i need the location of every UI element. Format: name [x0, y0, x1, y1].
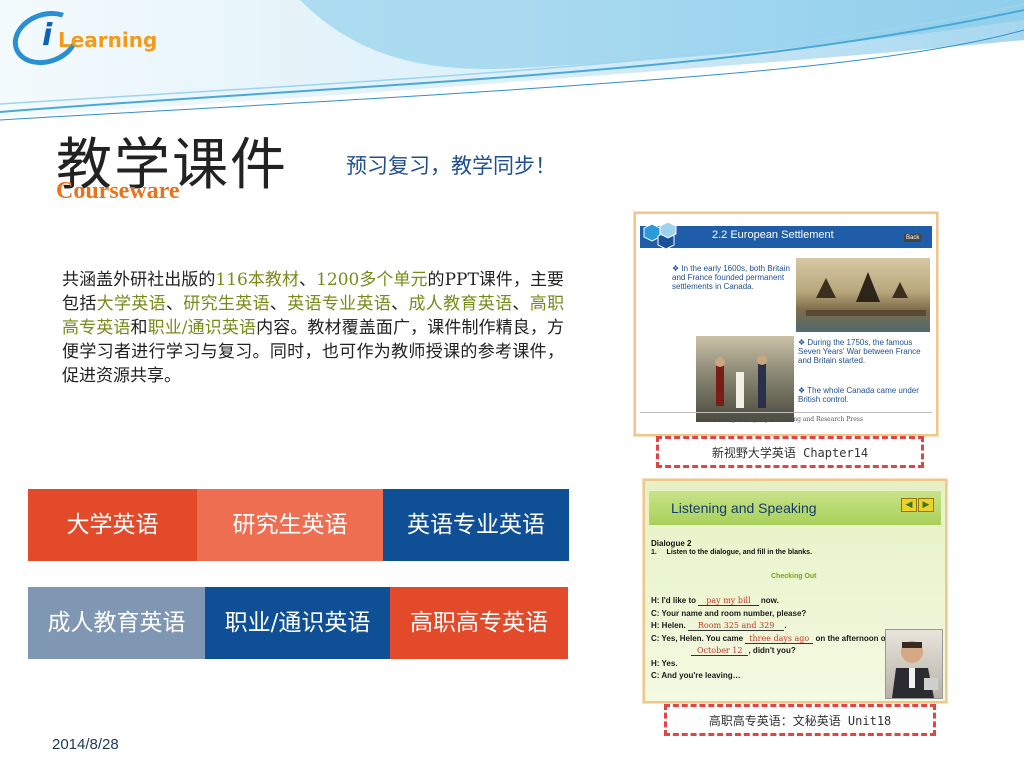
preview1-footer: Foreign Language Teaching and Research P… — [716, 416, 863, 423]
dialogue-line: C: Your name and room number, please? — [651, 608, 807, 618]
preview1-divider — [640, 412, 932, 413]
date-footer: 2014/8/28 — [52, 736, 119, 753]
preview2-header-title: Listening and Speaking — [671, 500, 817, 516]
tile-vocational-general[interactable]: 职业/通识英语 — [205, 587, 390, 659]
preview1-header-title: 2.2 European Settlement — [712, 229, 834, 241]
tile-adult-education[interactable]: 成人教育英语 — [28, 587, 205, 659]
prev-arrow-button[interactable]: ◀ — [901, 498, 917, 512]
dialogue-instruction: 1. Listen to the dialogue, and fill in t… — [651, 549, 813, 556]
dialogue-line: C: And you're leaving… — [651, 671, 741, 680]
hexagon-icon — [643, 222, 677, 250]
logo-word: Learning — [58, 28, 158, 52]
section-checking-out: Checking Out — [771, 573, 817, 580]
highlight-textbooks: 116本教材 — [215, 270, 300, 290]
highlight-general: 职业/通识英语 — [147, 318, 257, 338]
slogan: 预习复习，教学同步！ — [346, 154, 556, 178]
preview1-caption: 新视野大学英语 Chapter14 — [656, 436, 924, 468]
highlight-adult-education: 成人教育英语 — [408, 294, 513, 314]
painting-battle-image — [696, 336, 794, 422]
ilearning-logo[interactable]: i Learning — [5, 1, 157, 75]
highlight-postgraduate: 研究生英语 — [183, 294, 270, 314]
highlight-college-english: 大学英语 — [96, 294, 166, 314]
dialogue-line: October 12, didn't you? — [651, 645, 901, 658]
description-paragraph: 共涵盖外研社出版的116本教材、1200多个单元的PPT课件，主要包括大学英语、… — [62, 270, 565, 386]
dialogue-lines: H: I'd like to pay my bill now. C: Your … — [651, 595, 901, 683]
next-arrow-button[interactable]: ▶ — [918, 498, 934, 512]
preview1-bullet-2: ❖ During the 1750s, the famous Seven Yea… — [798, 338, 921, 365]
dialogue-title: Dialogue 2 — [651, 539, 692, 548]
highlight-units: 1200多个单元 — [316, 270, 428, 290]
header-wave-decoration — [0, 0, 1024, 121]
dialogue-line: H: Yes. — [651, 658, 678, 668]
preview1-bullet-1: ❖ In the early 1600s, both Britain and F… — [672, 264, 790, 291]
dialogue-line: H: I'd like to pay my bill now. — [651, 596, 779, 606]
back-button[interactable]: Back — [904, 234, 922, 242]
dialogue-line: H: Helen. Room 325 and 329. — [651, 621, 787, 631]
page-subtitle-en: Courseware — [56, 178, 180, 204]
logo-i: i — [42, 18, 53, 53]
dialogue-line: C: Yes, Helen. You came three days ago o… — [651, 633, 889, 644]
tile-postgraduate-english[interactable]: 研究生英语 — [197, 489, 383, 561]
painting-ships-image — [796, 258, 930, 332]
businessman-photo — [885, 629, 943, 699]
tile-english-major[interactable]: 英语专业英语 — [383, 489, 569, 561]
courseware-preview-2[interactable]: Listening and Speaking ◀ ▶ Dialogue 2 1.… — [643, 479, 947, 703]
highlight-english-major: 英语专业英语 — [287, 294, 392, 314]
courseware-preview-1[interactable]: 2.2 European Settlement Back ❖ In the ea… — [634, 212, 938, 436]
tile-college-english[interactable]: 大学英语 — [28, 489, 197, 561]
preview2-caption: 高职高专英语：文秘英语 Unit18 — [664, 704, 936, 736]
preview1-bullet-3: ❖ The whole Canada came under British co… — [798, 386, 919, 404]
tile-higher-vocational[interactable]: 高职高专英语 — [390, 587, 568, 659]
